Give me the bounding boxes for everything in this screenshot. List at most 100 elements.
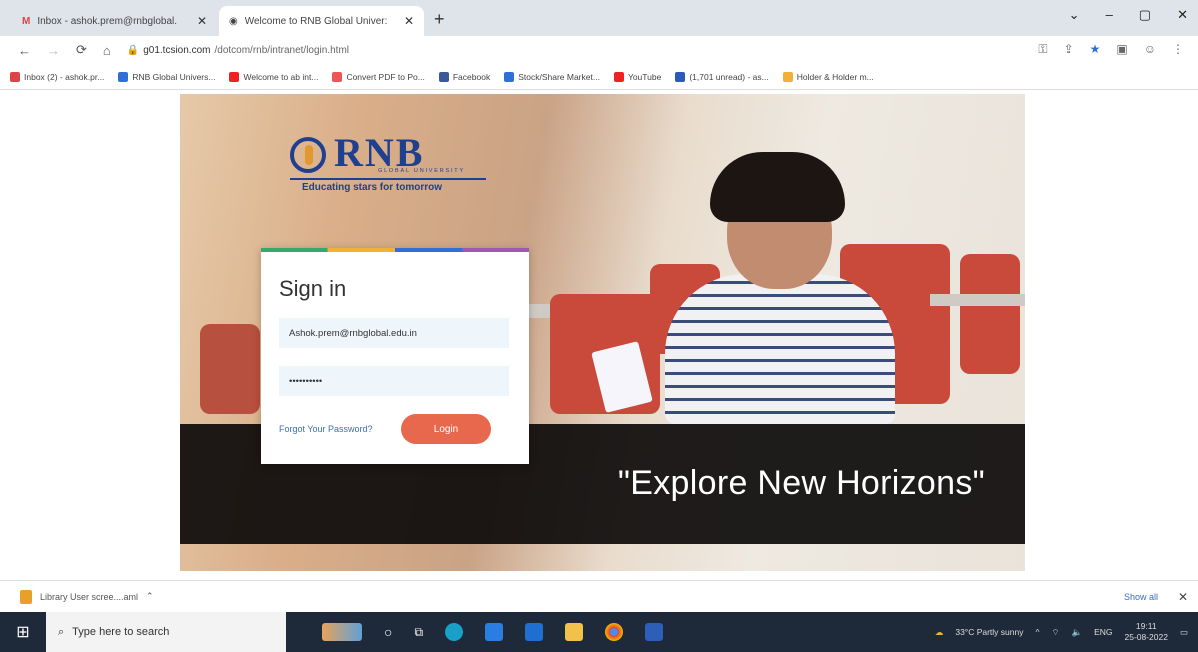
file-explorer-icon[interactable] — [565, 623, 584, 641]
bookmark-item[interactable]: Welcome to ab int... — [229, 71, 319, 82]
bookmark-item[interactable]: Facebook — [438, 71, 491, 82]
search-placeholder: Type here to search — [72, 626, 170, 638]
chart-icon — [504, 71, 515, 82]
maximize-button[interactable]: ▢ — [1139, 7, 1151, 23]
task-view-icon[interactable]: ⧉ — [414, 625, 423, 640]
taskbar: ⊞ ⌕ Type here to search ○ ⧉ ☁ 33°C Partl… — [0, 612, 1198, 652]
tray-overflow-icon[interactable]: ^ — [1035, 627, 1039, 637]
logo-divider — [290, 178, 486, 180]
youtube-icon — [229, 71, 240, 82]
news-widget-icon[interactable] — [322, 623, 362, 641]
reload-icon[interactable]: ⟳ — [76, 42, 87, 58]
cortana-icon[interactable]: ○ — [384, 624, 392, 640]
window-controls: ⌄ – ▢ ✕ — [1069, 7, 1188, 23]
back-icon[interactable]: ← — [18, 43, 31, 58]
youtube-icon — [613, 71, 624, 82]
banner-tagline: "Explore New Horizons" — [617, 464, 985, 502]
desk-shape — [930, 294, 1025, 306]
file-icon — [20, 589, 32, 604]
close-window-button[interactable]: ✕ — [1177, 7, 1188, 23]
tab-rnb[interactable]: ◉ Welcome to RNB Global Univer: ✕ — [219, 6, 424, 36]
profile-avatar[interactable]: ☺ — [1144, 42, 1156, 57]
lock-icon: 🔒 — [126, 44, 140, 56]
minimize-button[interactable]: – — [1106, 7, 1113, 23]
bookmark-label: Welcome to ab int... — [243, 71, 319, 82]
windows-start-icon[interactable]: ⊞ — [0, 622, 46, 642]
bookmark-label: Convert PDF to Po... — [346, 71, 425, 82]
tab-inbox[interactable]: M Inbox - ashok.prem@rnbglobal. ✕ — [12, 6, 217, 36]
chair-shape — [960, 254, 1020, 374]
language-indicator[interactable]: ENG — [1094, 627, 1112, 637]
download-item[interactable]: Library User scree....aml — [40, 592, 138, 602]
gmail-icon: M — [22, 15, 31, 27]
url-path: /dotcom/rnb/intranet/login.html — [214, 44, 349, 56]
chair-shape — [200, 324, 260, 414]
hero-image: "Explore New Horizons" RNB GLOBAL UNIVER… — [180, 94, 1025, 571]
mail-icon[interactable] — [525, 623, 544, 641]
bookmark-item[interactable]: Convert PDF to Po... — [332, 71, 425, 82]
bookmark-item[interactable]: (1,701 unread) - as... — [675, 71, 769, 82]
chevron-up-icon[interactable]: ⌃ — [146, 591, 154, 602]
close-downloads-icon[interactable]: ✕ — [1178, 590, 1188, 604]
close-tab-icon[interactable]: ✕ — [197, 14, 207, 28]
clock-date: 25-08-2022 — [1124, 632, 1168, 642]
key-icon[interactable]: ⚿ — [1038, 42, 1047, 57]
bookmark-star-icon[interactable]: ★ — [1090, 42, 1101, 57]
bookmark-item[interactable]: RNB Global Univers... — [118, 71, 215, 82]
student-body — [665, 274, 895, 424]
login-button[interactable]: Login — [401, 414, 491, 444]
taskbar-search[interactable]: ⌕ Type here to search — [46, 612, 286, 652]
logo-subtitle: GLOBAL UNIVERSITY — [378, 168, 465, 174]
bookmark-label: Stock/Share Market... — [518, 71, 600, 82]
downloads-bar: Library User scree....aml ⌃ Show all ✕ — [0, 580, 1198, 612]
new-tab-button[interactable]: + — [434, 9, 445, 30]
forward-icon[interactable]: → — [47, 43, 60, 58]
store-icon[interactable] — [485, 623, 504, 641]
share-icon[interactable]: ⇪ — [1064, 42, 1074, 57]
signin-card: Sign in Forgot Your Password? Login — [261, 248, 529, 464]
tab-search-icon[interactable]: ⌄ — [1069, 7, 1080, 23]
tab-title: Inbox - ashok.prem@rnbglobal. — [37, 15, 178, 27]
bookmark-item[interactable]: Stock/Share Market... — [504, 71, 600, 82]
tab-title: Welcome to RNB Global Univer: — [244, 15, 388, 27]
signin-title: Sign in — [279, 276, 347, 301]
bookmark-item[interactable]: YouTube — [613, 71, 662, 82]
gmail-icon — [10, 71, 20, 82]
bookmark-label: Holder & Holder m... — [796, 71, 874, 82]
page-icon — [782, 71, 793, 82]
network-icon[interactable]: ⌔ — [1051, 627, 1059, 638]
bookmark-label: YouTube — [627, 71, 662, 82]
bookmarks-bar: Inbox (2) - ashok.pr... RNB Global Unive… — [0, 64, 1198, 90]
search-icon: ⌕ — [58, 625, 65, 638]
bookmark-item[interactable]: Holder & Holder m... — [782, 71, 874, 82]
home-icon[interactable]: ⌂ — [103, 43, 111, 58]
url-field[interactable]: 🔒 g01.tcsion.com/dotcom/rnb/intranet/log… — [127, 45, 349, 56]
bookmark-label: Inbox (2) - ashok.pr... — [24, 71, 105, 82]
bookmark-item[interactable]: Inbox (2) - ashok.pr... — [10, 71, 105, 82]
mail-icon — [675, 71, 686, 82]
forgot-password-link[interactable]: Forgot Your Password? — [279, 424, 373, 434]
notifications-icon[interactable]: ▭ — [1180, 627, 1188, 638]
weather-text[interactable]: 33°C Partly sunny — [955, 627, 1023, 637]
show-all-link[interactable]: Show all — [1124, 592, 1158, 602]
word-icon[interactable] — [645, 623, 664, 641]
chrome-icon[interactable] — [605, 623, 624, 641]
logo-tagline: Educating stars for tomorrow — [302, 182, 443, 193]
facebook-icon — [438, 71, 449, 82]
bookmark-label: Facebook — [452, 71, 491, 82]
menu-icon[interactable]: ⋮ — [1172, 42, 1184, 57]
student-hair — [710, 152, 845, 222]
close-tab-icon[interactable]: ✕ — [404, 14, 414, 28]
address-bar: ← → ⟳ ⌂ 🔒 g01.tcsion.com/dotcom/rnb/intr… — [0, 36, 1198, 64]
email-field[interactable] — [279, 318, 509, 348]
edge-icon[interactable] — [445, 623, 464, 641]
weather-icon: ☁ — [934, 626, 944, 637]
sidebar-icon[interactable]: ▣ — [1116, 42, 1127, 57]
university-logo: RNB GLOBAL UNIVERSITY Educating stars fo… — [290, 130, 490, 204]
clock[interactable]: 19:11 25-08-2022 — [1124, 621, 1167, 643]
password-field[interactable] — [279, 366, 509, 396]
bookmark-label: (1,701 unread) - as... — [689, 71, 769, 82]
page-content: "Explore New Horizons" RNB GLOBAL UNIVER… — [0, 90, 1198, 580]
volume-icon[interactable]: 🔈 — [1071, 627, 1082, 638]
tab-bar: M Inbox - ashok.prem@rnbglobal. ✕ ◉ Welc… — [0, 0, 1198, 36]
